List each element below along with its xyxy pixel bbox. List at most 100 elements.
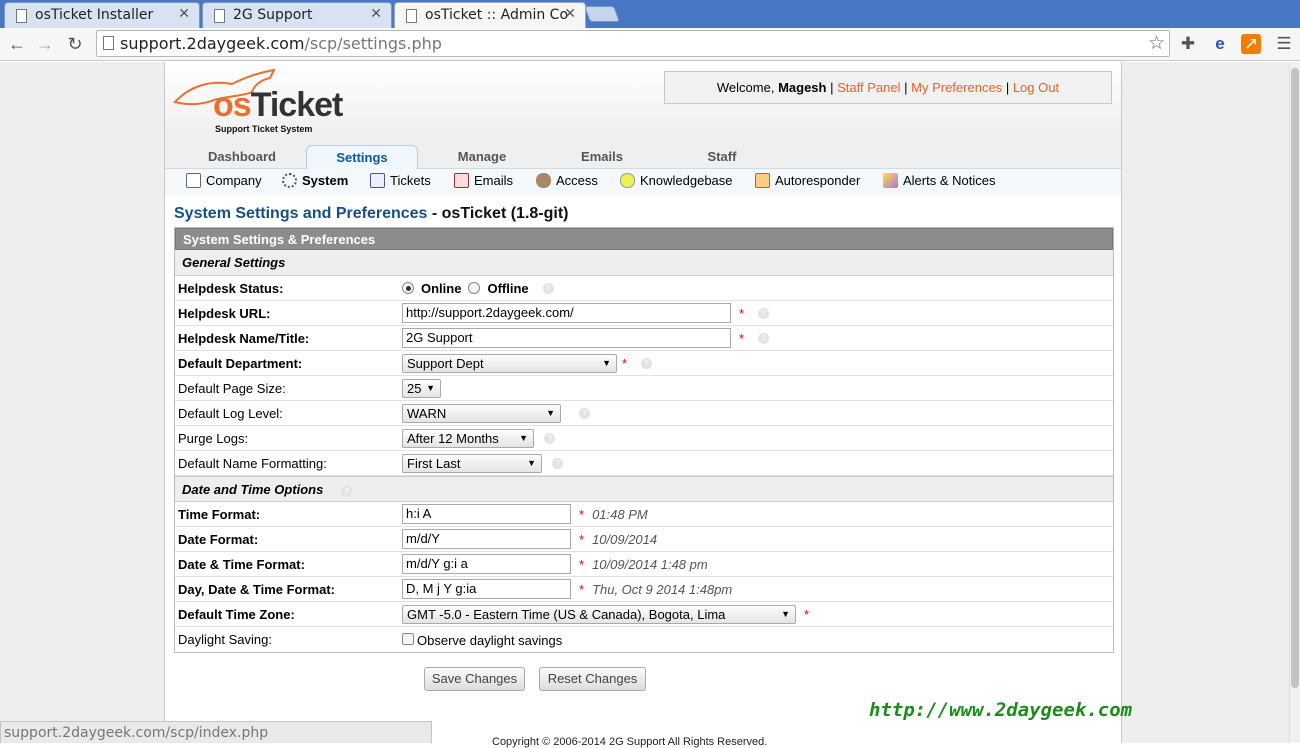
subnav-label: Alerts & Notices <box>903 173 996 188</box>
help-icon[interactable]: ? <box>758 332 770 344</box>
field-label: Default Time Zone: <box>178 607 295 622</box>
online-radio[interactable] <box>402 282 414 294</box>
browser-toolbar: ← → ↻ support.2daygeek.com/scp/settings.… <box>0 28 1300 61</box>
extension-e-icon[interactable]: e <box>1209 33 1231 55</box>
nav-staff[interactable]: Staff <box>666 145 778 169</box>
tab-title: osTicket :: Admin Co <box>425 7 569 23</box>
subnav-label: Access <box>556 173 598 188</box>
row-date-format: Date Format: m/d/Y * 10/09/2014 <box>175 527 1113 552</box>
time-format-input[interactable]: h:i A <box>402 504 571 524</box>
select-value: 25 <box>407 380 422 396</box>
reload-icon[interactable]: ↻ <box>63 32 87 56</box>
select-value: GMT -5.0 - Eastern Time (US & Canada), B… <box>407 606 726 622</box>
my-preferences-link[interactable]: My Preferences <box>911 80 1002 95</box>
row-time-format: Time Format: h:i A * 01:48 PM <box>175 502 1113 527</box>
help-icon[interactable]: ? <box>542 282 554 294</box>
forward-icon[interactable]: → <box>33 32 57 56</box>
browser-tab-bar: osTicket Installer ✕ 2G Support ✕ osTick… <box>0 0 1300 28</box>
field-label: Default Log Level: <box>178 406 283 421</box>
tab-title: osTicket Installer <box>35 7 154 23</box>
nav-settings[interactable]: Settings <box>306 145 418 169</box>
address-bar[interactable]: support.2daygeek.com/scp/settings.php ☆ <box>96 30 1170 57</box>
save-changes-button[interactable]: Save Changes <box>424 667 525 691</box>
url-host: support.2daygeek.com <box>120 34 305 53</box>
back-icon[interactable]: ← <box>5 32 29 56</box>
offline-radio[interactable] <box>468 282 481 294</box>
scrollbar-thumb[interactable] <box>1291 68 1299 688</box>
department-select[interactable]: Support Dept ▼ <box>402 353 617 373</box>
reset-changes-button[interactable]: Reset Changes <box>539 667 646 691</box>
date-format-input[interactable]: m/d/Y <box>402 529 571 549</box>
help-icon[interactable]: ? <box>340 486 352 497</box>
required-marker: * <box>579 581 585 597</box>
tab-osticket-installer[interactable]: osTicket Installer ✕ <box>4 2 200 28</box>
url-path: /scp/settings.php <box>304 34 442 53</box>
autoresponder-icon <box>755 173 770 188</box>
required-marker: * <box>804 606 810 622</box>
nav-emails[interactable]: Emails <box>546 145 658 169</box>
osticket-logo[interactable]: osTicket Support Ticket System <box>170 66 360 134</box>
subnav-emails[interactable]: Emails <box>454 173 513 188</box>
page-icon <box>103 36 114 50</box>
version-text: osTicket (1.8-git) <box>441 205 569 222</box>
day-datetime-format-input[interactable]: D, M j Y g:ia <box>402 579 571 599</box>
subnav-label: Tickets <box>390 173 431 188</box>
footer-copyright: Copyright © 2006-2014 2G Support All Rig… <box>492 736 768 748</box>
datetime-format-preview: 10/09/2014 1:48 pm <box>592 556 708 572</box>
document-icon <box>186 173 201 188</box>
page-size-select[interactable]: 25 ▼ <box>402 378 441 398</box>
subnav-knowledgebase[interactable]: Knowledgebase <box>620 173 733 188</box>
nav-dashboard[interactable]: Dashboard <box>186 145 298 169</box>
helpdesk-url-input[interactable]: http://support.2daygeek.com/ <box>402 303 731 323</box>
subnav-alerts[interactable]: Alerts & Notices <box>883 173 995 188</box>
offline-label: Offline <box>487 280 529 296</box>
subnav-label: Emails <box>474 173 514 188</box>
log-level-select[interactable]: WARN ▼ <box>402 403 561 423</box>
close-icon[interactable]: ✕ <box>178 6 190 22</box>
help-icon[interactable]: ? <box>544 432 555 444</box>
new-tab-button[interactable] <box>584 6 620 22</box>
help-icon[interactable]: ? <box>579 407 590 419</box>
row-time-zone: Default Time Zone: GMT -5.0 - Eastern Ti… <box>175 602 1113 627</box>
field-label: Day, Date & Time Format: <box>178 582 336 597</box>
required-marker: * <box>579 556 585 572</box>
tab-admin-control[interactable]: osTicket :: Admin Co ✕ <box>394 2 586 28</box>
staff-panel-link[interactable]: Staff Panel <box>837 80 900 95</box>
extension-chart-icon[interactable]: ↗ <box>1241 34 1261 54</box>
required-marker: * <box>579 531 585 547</box>
help-icon[interactable]: ? <box>641 357 653 369</box>
bookmark-star-icon[interactable]: ☆ <box>1148 31 1165 56</box>
subnav-company[interactable]: Company <box>186 173 262 188</box>
purge-logs-select[interactable]: After 12 Months ▼ <box>402 428 534 448</box>
row-helpdesk-status: Helpdesk Status: Online Offline ? <box>175 276 1113 301</box>
separator: | <box>904 80 908 95</box>
day-datetime-format-preview: Thu, Oct 9 2014 1:48pm <box>592 581 733 597</box>
name-format-select[interactable]: First Last ▼ <box>402 453 542 473</box>
subnav-tickets[interactable]: Tickets <box>370 173 431 188</box>
tab-2g-support[interactable]: 2G Support ✕ <box>202 2 392 28</box>
subnav-access[interactable]: Access <box>536 173 598 188</box>
user-info-bar: Welcome, Magesh | Staff Panel | My Prefe… <box>664 71 1112 104</box>
datetime-format-input[interactable]: m/d/Y g:i a <box>402 554 571 574</box>
lightbulb-icon <box>620 173 635 188</box>
menu-icon[interactable]: ☰ <box>1273 33 1295 55</box>
page-container: osTicket Support Ticket System Welcome, … <box>164 62 1122 743</box>
close-icon[interactable]: ✕ <box>564 6 576 22</box>
field-label: Default Department: <box>178 356 303 371</box>
subnav-autoresponder[interactable]: Autoresponder <box>755 173 860 188</box>
row-name-formatting: Default Name Formatting: First Last ▼ ? <box>175 451 1113 476</box>
row-purge-logs: Purge Logs: After 12 Months ▼ ? <box>175 426 1113 451</box>
subnav-system[interactable]: System <box>282 173 348 188</box>
help-icon[interactable]: ? <box>758 307 770 319</box>
log-out-link[interactable]: Log Out <box>1013 80 1059 95</box>
help-icon[interactable]: ? <box>552 457 563 469</box>
daylight-saving-checkbox[interactable] <box>402 633 414 645</box>
extension-puzzle-icon[interactable]: ✚ <box>1177 33 1199 55</box>
general-settings-header: General Settings <box>175 250 1113 276</box>
time-zone-select[interactable]: GMT -5.0 - Eastern Time (US & Canada), B… <box>402 604 796 624</box>
vertical-scrollbar[interactable] <box>1289 62 1300 743</box>
helpdesk-name-input[interactable]: 2G Support <box>402 328 731 348</box>
separator: | <box>830 80 834 95</box>
close-icon[interactable]: ✕ <box>370 6 382 22</box>
nav-manage[interactable]: Manage <box>426 145 538 169</box>
